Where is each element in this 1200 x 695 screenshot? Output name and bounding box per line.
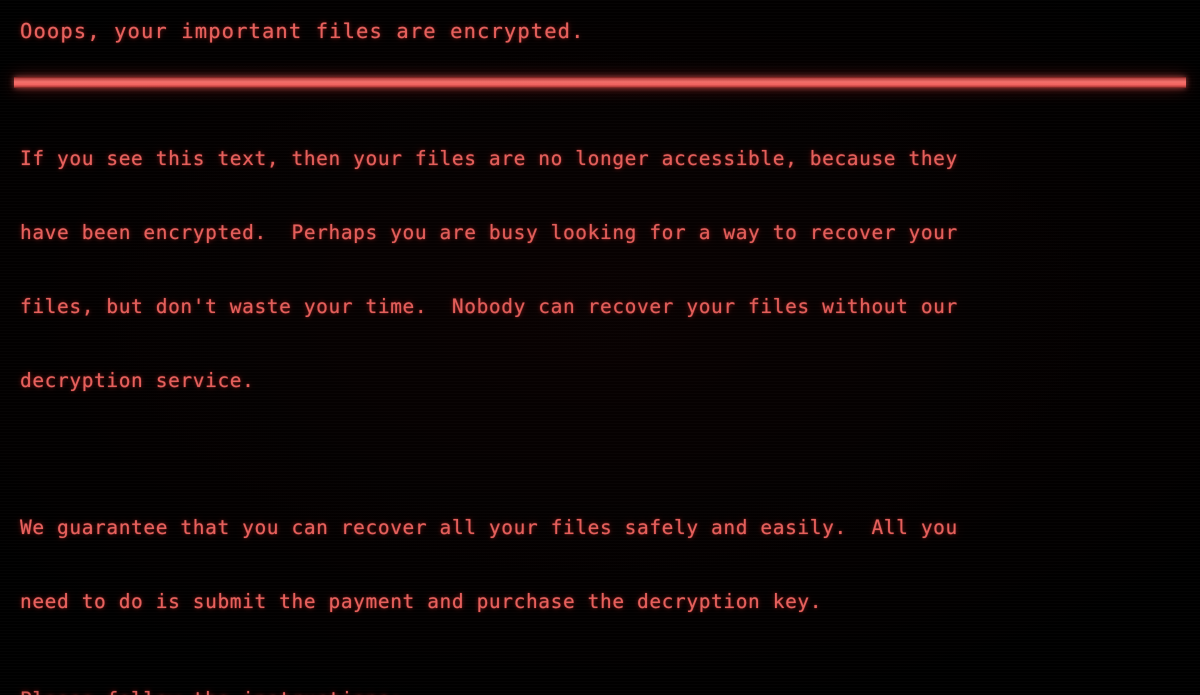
intro-line-1: If you see this text, then your files ar… [20,147,958,171]
intro-paragraph: If you see this text, then your files ar… [20,98,1188,442]
intro-line-3: files, but don't waste your time. Nobody… [20,294,958,318]
intro-line-4: decryption service. [20,368,255,392]
guarantee-line-2: need to do is submit the payment and pur… [20,589,823,613]
guarantee-paragraph: We guarantee that you can recover all yo… [20,467,1188,664]
ransom-note-body: If you see this text, then your files ar… [20,98,1188,695]
ransom-note-screen: Ooops, your important files are encrypte… [0,0,1200,695]
instructions-heading: Please follow the instructions: [20,688,1188,695]
page-title: Ooops, your important files are encrypte… [20,19,585,43]
header-divider-rule [14,77,1186,88]
intro-line-2: have been encrypted. Perhaps you are bus… [20,220,958,244]
guarantee-line-1: We guarantee that you can recover all yo… [20,516,958,540]
